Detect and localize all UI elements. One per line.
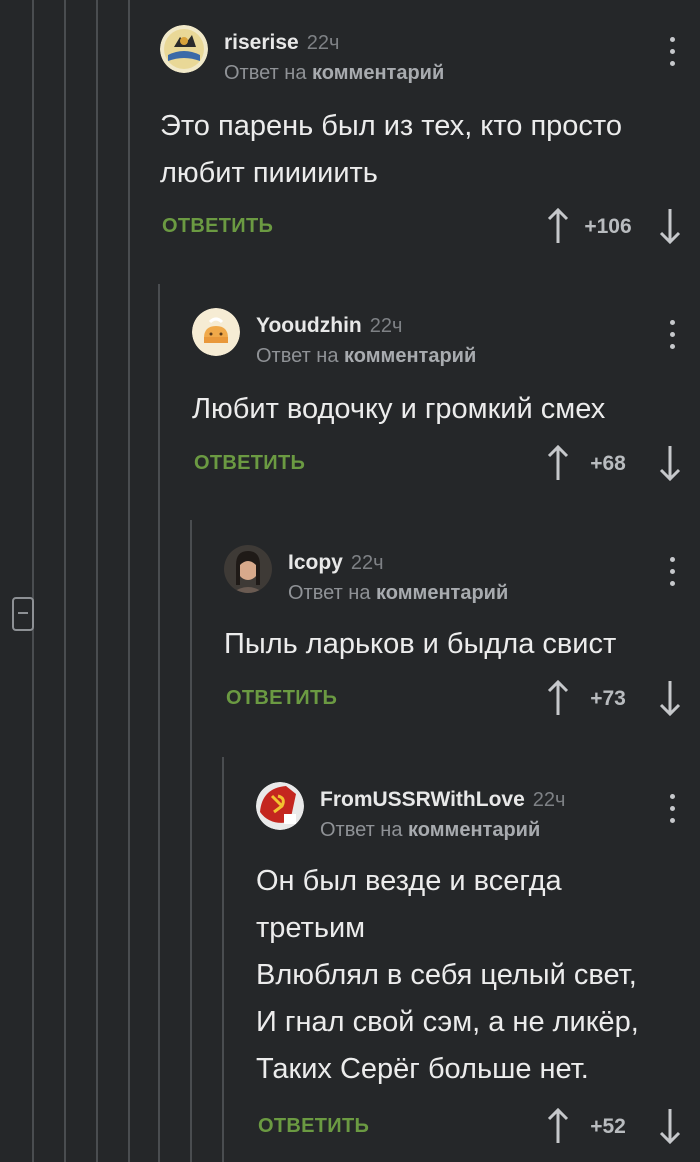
collapse-thread-button[interactable]	[12, 597, 34, 631]
reply-to-link[interactable]: комментарий	[312, 62, 444, 84]
reply-to-link[interactable]: комментарий	[408, 819, 540, 841]
reply-to-line: Ответ на комментарий	[288, 582, 509, 604]
reply-to-line: Ответ на комментарий	[224, 62, 445, 84]
comment-time: 22ч	[532, 789, 566, 811]
more-vertical-icon[interactable]	[668, 794, 676, 830]
thread-line	[128, 0, 130, 1162]
arrow-down-icon[interactable]	[658, 207, 682, 245]
reply-button[interactable]: ОТВЕТИТЬ	[226, 687, 337, 710]
comment-score: +106	[584, 215, 632, 238]
comment-time: 22ч	[369, 315, 403, 337]
reply-to-line: Ответ на комментарий	[256, 345, 477, 367]
arrow-up-icon[interactable]	[546, 444, 570, 482]
comment-text: Пыль ларьков и быдла свист	[224, 628, 617, 660]
arrow-down-icon[interactable]	[658, 1107, 682, 1145]
comment-text: Он был везде и всегда третьим Влюблял в …	[256, 865, 639, 1085]
comment-actions: ОТВЕТИТЬ +73	[226, 679, 682, 719]
comment-score: +52	[590, 1115, 626, 1138]
arrow-up-icon[interactable]	[546, 207, 570, 245]
comment-time: 22ч	[306, 32, 340, 54]
comment-actions: ОТВЕТИТЬ +106	[162, 207, 682, 247]
thread-line	[158, 284, 160, 1162]
comment-actions: ОТВЕТИТЬ +52	[258, 1107, 682, 1147]
comment-score: +68	[590, 452, 626, 475]
arrow-up-icon[interactable]	[546, 679, 570, 717]
comment: Icopy 22ч Ответ на комментарий Пыль ларьк…	[224, 545, 700, 725]
comment-author[interactable]: Yooudzhin 22ч	[256, 314, 402, 338]
reply-button[interactable]: ОТВЕТИТЬ	[194, 452, 305, 475]
thread-line	[222, 757, 224, 1162]
more-vertical-icon[interactable]	[668, 320, 676, 356]
comment: riserise 22ч Ответ на комментарий Это пар…	[160, 25, 700, 255]
comment-text: Любит водочку и громкий смех	[192, 393, 606, 425]
comment-score: +73	[590, 687, 626, 710]
arrow-down-icon[interactable]	[658, 679, 682, 717]
comment-author[interactable]: FromUSSRWithLove 22ч	[320, 788, 565, 812]
reply-button[interactable]: ОТВЕТИТЬ	[258, 1115, 369, 1138]
comment: Yooudzhin 22ч Ответ на комментарий Любит …	[192, 308, 700, 488]
reply-to-link[interactable]: комментарий	[376, 582, 508, 604]
thread-line	[190, 520, 192, 1162]
thread-line	[32, 0, 34, 1162]
thread-line	[64, 0, 66, 1162]
arrow-down-icon[interactable]	[658, 444, 682, 482]
avatar[interactable]	[256, 782, 304, 830]
avatar[interactable]	[224, 545, 272, 593]
comment-time: 22ч	[350, 552, 384, 574]
thread-line	[96, 0, 98, 1162]
arrow-up-icon[interactable]	[546, 1107, 570, 1145]
avatar[interactable]	[160, 25, 208, 73]
comment-author[interactable]: Icopy 22ч	[288, 551, 384, 575]
reply-button[interactable]: ОТВЕТИТЬ	[162, 215, 273, 238]
reply-to-link[interactable]: комментарий	[344, 345, 476, 367]
more-vertical-icon[interactable]	[668, 557, 676, 593]
reply-to-line: Ответ на комментарий	[320, 819, 541, 841]
comment: FromUSSRWithLove 22ч Ответ на комментарий…	[256, 782, 700, 1157]
comment-author[interactable]: riserise 22ч	[224, 31, 339, 55]
comment-actions: ОТВЕТИТЬ +68	[194, 444, 682, 484]
comment-text: Это парень был из тех, кто просто любит …	[160, 110, 623, 189]
more-vertical-icon[interactable]	[668, 37, 676, 73]
avatar[interactable]	[192, 308, 240, 356]
